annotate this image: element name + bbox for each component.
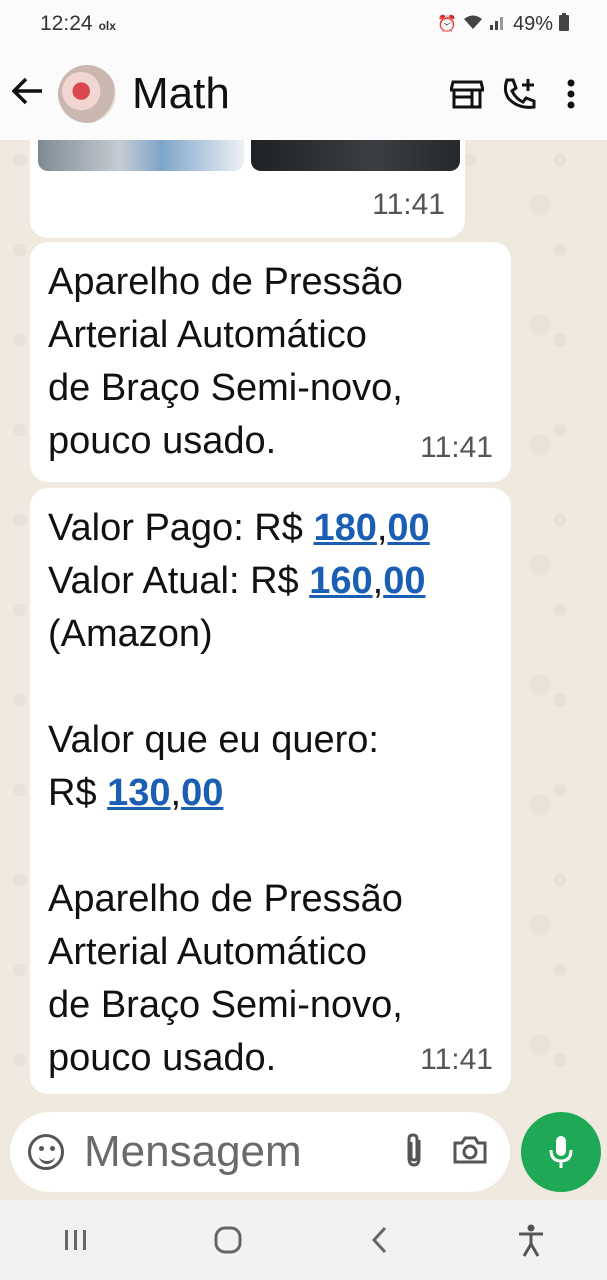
recents-icon[interactable]: [46, 1228, 106, 1252]
phone-link[interactable]: 180: [313, 507, 376, 549]
more-vert-icon[interactable]: [545, 79, 597, 109]
signal-icon: [489, 14, 507, 35]
chat-area[interactable]: 11:41 Aparelho de Pressão Arterial Autom…: [0, 140, 607, 1104]
system-nav-bar: [0, 1200, 607, 1280]
message-input[interactable]: Mensagem: [10, 1112, 510, 1192]
photo-thumbnail[interactable]: [38, 140, 244, 171]
quero-value-line: R$ 130,00: [48, 772, 224, 814]
quero-label: Valor que eu quero:: [48, 719, 379, 761]
status-right: ⏰ 49%: [437, 12, 569, 36]
message-time: 11:41: [420, 1043, 493, 1076]
phone-link[interactable]: 160: [309, 560, 372, 602]
clock: 12:24: [40, 12, 93, 35]
media-message[interactable]: 11:41: [30, 140, 465, 238]
avatar[interactable]: [58, 65, 116, 123]
chat-title[interactable]: Math: [132, 69, 441, 119]
text-message[interactable]: Valor Pago: R$ 180,00 Valor Atual: R$ 16…: [30, 488, 511, 1094]
battery-icon: [559, 12, 569, 36]
accessibility-icon[interactable]: [501, 1223, 561, 1257]
valor-pago-line: Valor Pago: R$ 180,00: [48, 507, 430, 549]
message-time: 11:41: [372, 188, 445, 221]
battery-percentage: 49%: [512, 12, 553, 35]
olx-notification-icon: olx: [98, 19, 116, 33]
message-time: 11:41: [420, 431, 493, 464]
composer: Mensagem: [0, 1104, 607, 1200]
mic-icon: [549, 1136, 573, 1168]
wifi-icon: [463, 14, 483, 35]
back-arrow-icon[interactable]: [11, 77, 52, 111]
message-placeholder[interactable]: Mensagem: [84, 1127, 386, 1177]
mic-button[interactable]: [521, 1112, 601, 1192]
valor-atual-line: Valor Atual: R$ 160,00: [48, 560, 426, 602]
phone-link[interactable]: 00: [383, 560, 425, 602]
camera-icon[interactable]: [442, 1135, 498, 1170]
status-bar: 12:24 olx ⏰ 49%: [0, 0, 607, 48]
phone-link[interactable]: 00: [181, 772, 223, 814]
text-message[interactable]: Aparelho de Pressão Arterial Automático …: [30, 242, 511, 482]
chat-header: Math: [0, 48, 607, 140]
phone-link[interactable]: 00: [387, 507, 429, 549]
paperclip-icon[interactable]: [386, 1132, 442, 1173]
store-icon[interactable]: [441, 79, 493, 109]
home-icon[interactable]: [198, 1225, 258, 1255]
phone-link[interactable]: 130: [107, 772, 170, 814]
sticker-icon[interactable]: [28, 1134, 64, 1170]
add-call-icon[interactable]: [493, 77, 545, 111]
status-left: 12:24 olx: [40, 12, 116, 36]
alarm-icon: ⏰: [437, 16, 457, 33]
back-icon[interactable]: [349, 1225, 409, 1255]
source-line: (Amazon): [48, 613, 213, 655]
photo-thumbnail[interactable]: [251, 140, 460, 171]
